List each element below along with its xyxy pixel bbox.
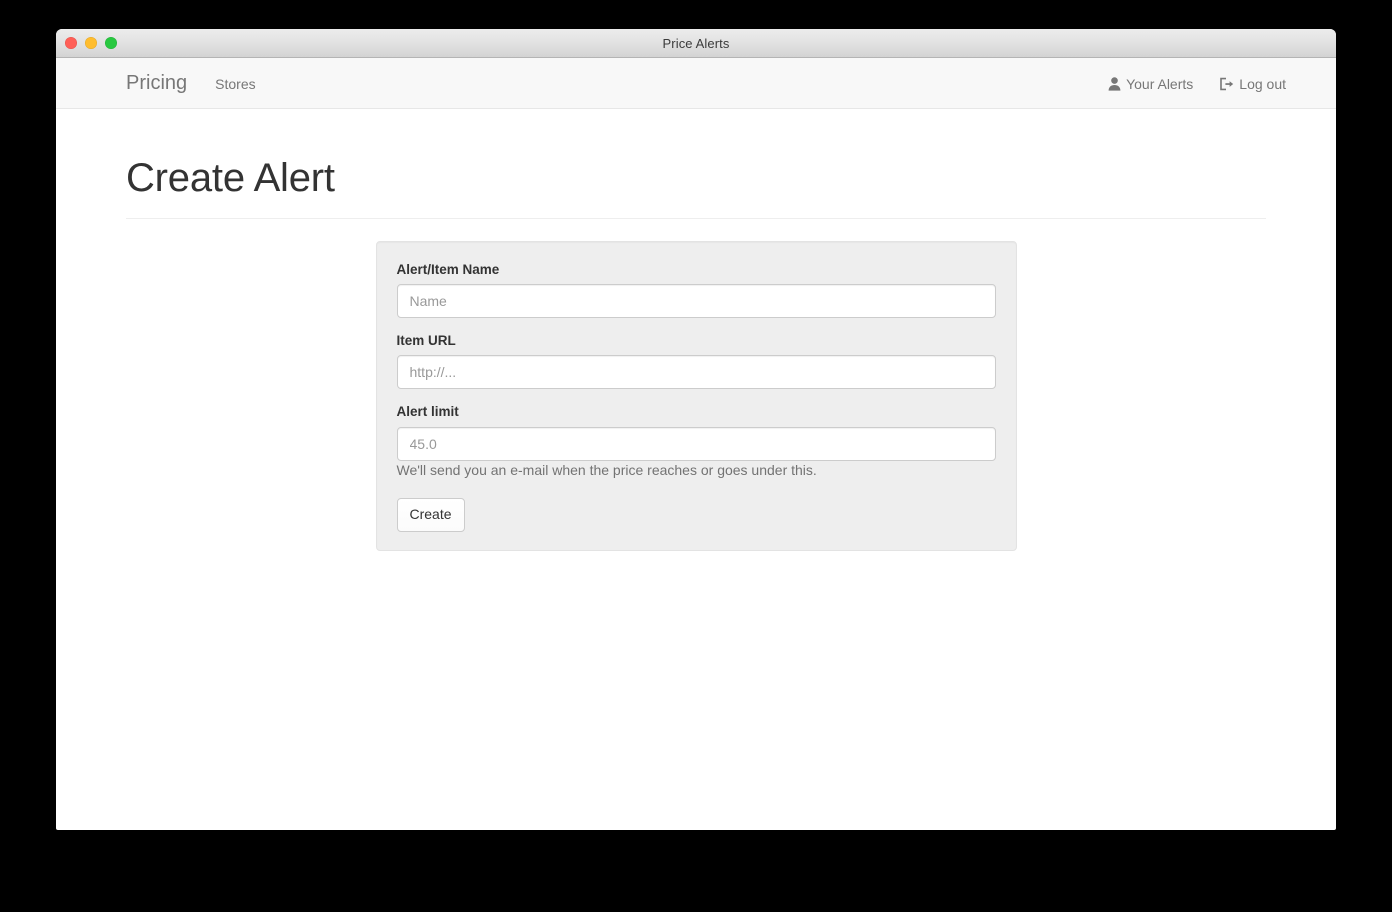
item-url-input[interactable]: [396, 355, 996, 390]
minimize-window-button[interactable]: [85, 37, 97, 49]
window-title: Price Alerts: [662, 35, 730, 51]
page-title: Create Alert: [126, 156, 335, 200]
nav-link-your-alerts-label: Your Alerts: [1126, 75, 1194, 92]
user-icon: [1108, 76, 1121, 91]
alert-limit-label: Alert limit: [396, 404, 459, 420]
maximize-window-button[interactable]: [105, 37, 117, 49]
navbar-brand[interactable]: Pricing: [126, 71, 187, 95]
alert-limit-help-text: We'll send you an e-mail when the price …: [396, 461, 817, 478]
nav-link-log-out[interactable]: Log out: [1219, 77, 1286, 91]
alert-name-input[interactable]: [396, 284, 996, 319]
close-window-button[interactable]: [65, 37, 77, 49]
nav-link-your-alerts[interactable]: Your Alerts: [1108, 77, 1193, 91]
traffic-light-group: [65, 29, 117, 57]
item-url-label: Item URL: [396, 333, 456, 349]
title-divider: [126, 218, 1266, 219]
create-button[interactable]: Create: [396, 498, 465, 533]
alert-name-label: Alert/Item Name: [396, 262, 500, 277]
sign-out-icon: [1219, 77, 1234, 91]
alert-limit-input[interactable]: [396, 426, 996, 461]
create-alert-form: Alert/Item Name Item URL Alert limit We'…: [375, 241, 1017, 552]
form-group-item-url: Item URL: [396, 333, 996, 390]
form-panel-wrapper: Alert/Item Name Item URL Alert limit We'…: [126, 241, 1266, 552]
navbar-right-group: Your Alerts Log out: [1108, 58, 1286, 109]
nav-link-log-out-label: Log out: [1239, 75, 1286, 92]
form-group-alert-name: Alert/Item Name: [396, 262, 996, 319]
app-window: Price Alerts Pricing Stores Your Alerts: [56, 29, 1336, 830]
page-content: Create Alert Alert/Item Name Item URL Al…: [56, 156, 1336, 552]
navbar: Pricing Stores Your Alerts Log out: [56, 58, 1336, 109]
form-group-alert-limit: Alert limit We'll send you an e-mail whe…: [396, 404, 996, 480]
window-titlebar: Price Alerts: [56, 29, 1336, 58]
navbar-left-group: Pricing Stores: [126, 71, 256, 95]
nav-link-stores[interactable]: Stores: [215, 77, 255, 91]
desktop-background: Price Alerts Pricing Stores Your Alerts: [0, 0, 1392, 912]
